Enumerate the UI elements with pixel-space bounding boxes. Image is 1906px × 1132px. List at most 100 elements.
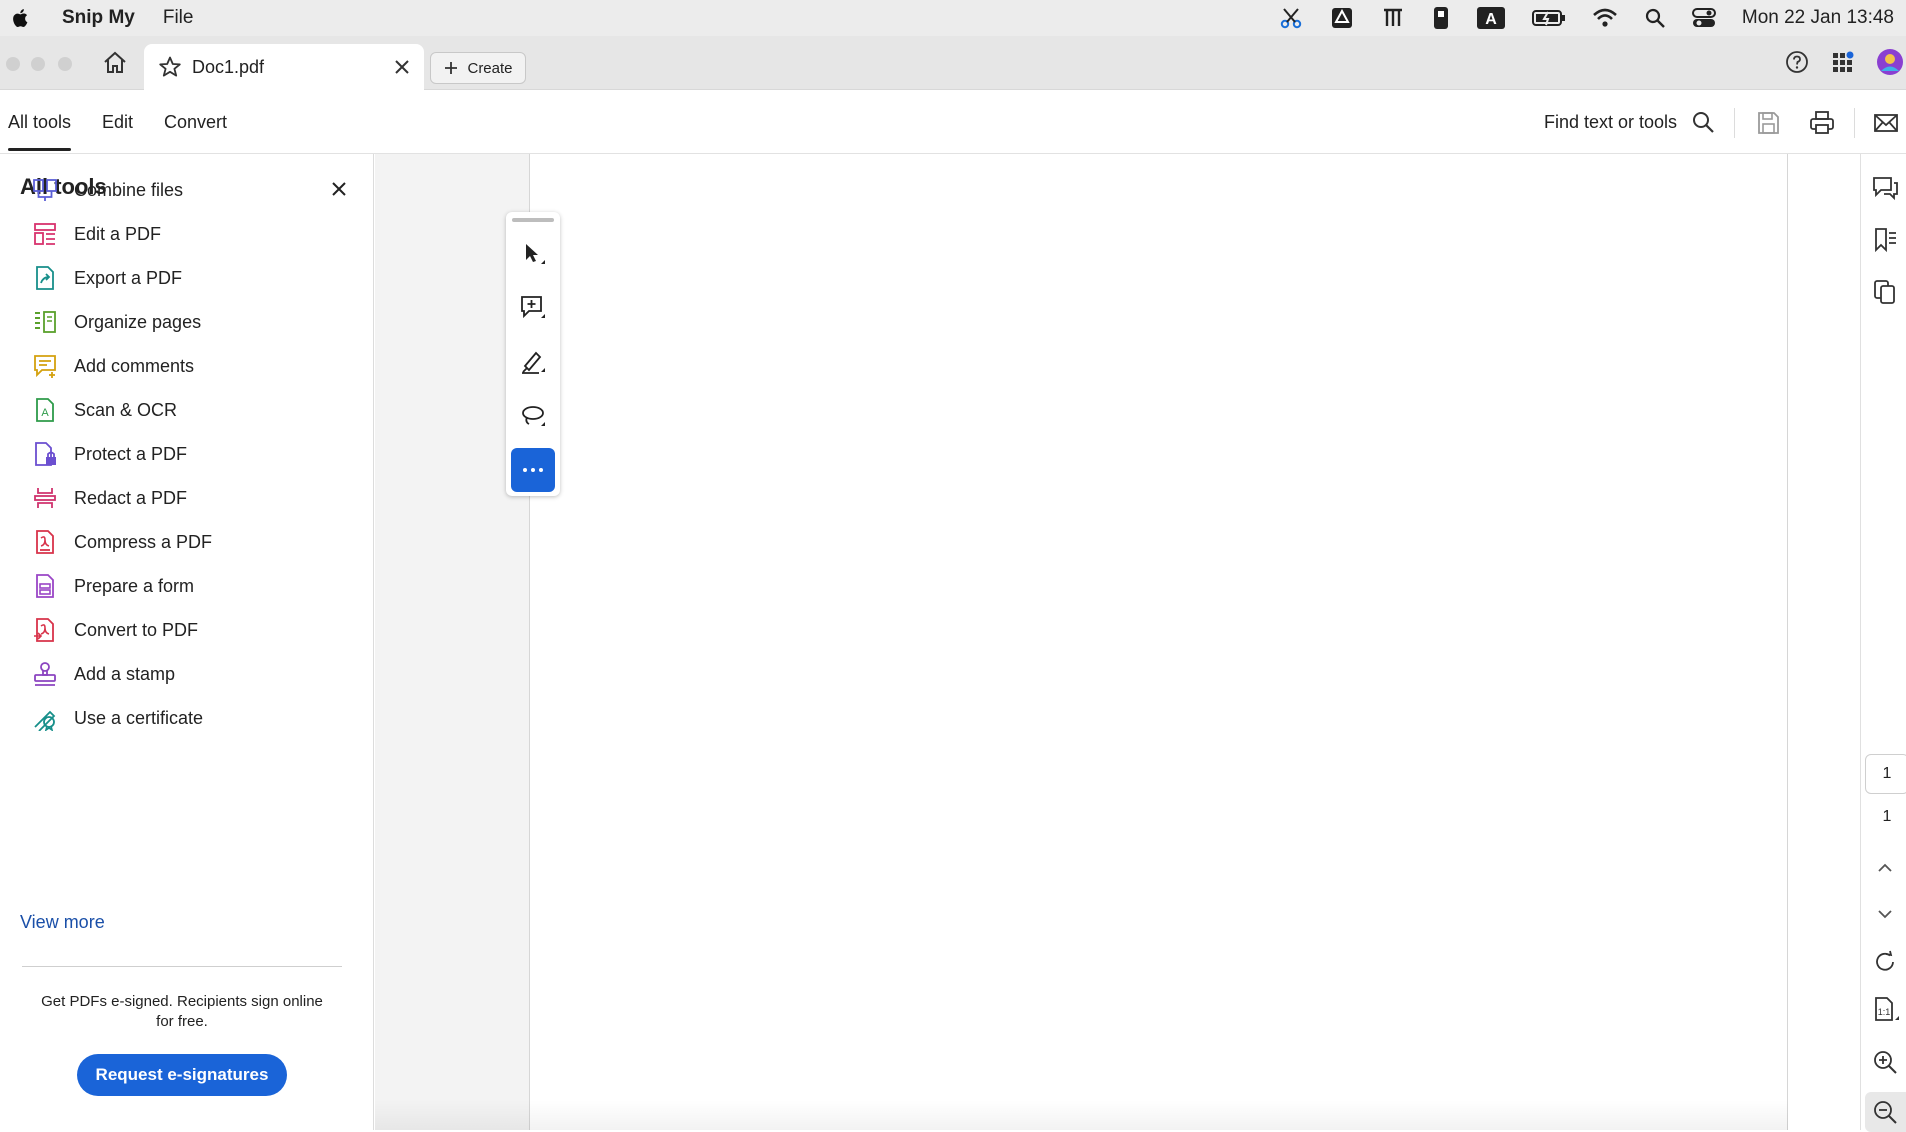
tool-label: Add a stamp bbox=[74, 663, 176, 684]
drag-handle[interactable] bbox=[512, 218, 554, 222]
star-icon[interactable] bbox=[158, 55, 182, 79]
tab-edit[interactable]: Edit bbox=[102, 112, 133, 133]
actual-size-icon[interactable]: 1:1 bbox=[1871, 996, 1899, 1024]
tool-label: Export a PDF bbox=[74, 267, 183, 288]
find-text-or-tools[interactable]: Find text or tools bbox=[1544, 110, 1715, 134]
control-center-icon[interactable] bbox=[1691, 7, 1716, 29]
stamp-icon bbox=[34, 662, 56, 686]
tool-label: Redact a PDF bbox=[74, 487, 188, 508]
close-tab-icon[interactable] bbox=[392, 57, 412, 77]
window-close-button[interactable] bbox=[6, 57, 20, 71]
tool-label: Add comments bbox=[74, 355, 195, 376]
comments-panel-icon[interactable] bbox=[1871, 174, 1899, 202]
total-pages: 1 bbox=[1882, 808, 1892, 825]
drive-icon[interactable] bbox=[1330, 6, 1354, 30]
document-viewer[interactable] bbox=[375, 154, 1788, 1130]
document-tab[interactable]: Doc1.pdf bbox=[144, 44, 424, 90]
help-icon[interactable] bbox=[1784, 49, 1810, 75]
home-icon[interactable] bbox=[102, 50, 128, 76]
add-comments-icon bbox=[34, 355, 56, 378]
draw-lasso-icon[interactable] bbox=[519, 402, 547, 430]
tool-convert-to-pdf[interactable]: Convert to PDF bbox=[32, 610, 198, 650]
current-page-input[interactable]: 1 bbox=[1865, 754, 1906, 794]
spotlight-search-icon[interactable] bbox=[1644, 7, 1666, 29]
all-tools-panel: All tools Combine files Edit a PDF Expor… bbox=[0, 154, 374, 1130]
pdf-page[interactable] bbox=[529, 154, 1788, 1130]
create-button[interactable]: Create bbox=[430, 52, 526, 84]
convert-to-pdf-icon bbox=[34, 618, 54, 642]
tool-edit-pdf[interactable]: Edit a PDF bbox=[32, 214, 161, 254]
request-esignatures-button[interactable]: Request e-signatures bbox=[77, 1054, 287, 1096]
tool-add-comments[interactable]: Add comments bbox=[32, 346, 194, 386]
compress-pdf-icon bbox=[36, 530, 54, 554]
tool-protect-pdf[interactable]: Protect a PDF bbox=[32, 434, 187, 474]
rotate-icon[interactable] bbox=[1871, 948, 1899, 976]
page-thumbnails-icon[interactable] bbox=[1871, 278, 1899, 306]
tool-combine-files[interactable]: Combine files bbox=[32, 170, 183, 210]
device-icon[interactable] bbox=[1432, 6, 1450, 30]
tool-label: Compress a PDF bbox=[74, 531, 213, 552]
print-icon[interactable] bbox=[1808, 109, 1836, 137]
user-avatar[interactable] bbox=[1876, 48, 1904, 76]
certificate-icon bbox=[34, 710, 56, 731]
close-panel-icon[interactable] bbox=[330, 180, 348, 198]
tool-label: Organize pages bbox=[74, 311, 202, 332]
tool-label: Edit a PDF bbox=[74, 223, 162, 244]
window-zoom-button[interactable] bbox=[58, 57, 72, 71]
wifi-icon[interactable] bbox=[1592, 7, 1618, 29]
highlight-pen-icon[interactable] bbox=[519, 348, 547, 376]
save-icon[interactable] bbox=[1754, 109, 1782, 137]
status-area: A Mon 22 Jan 13:48 bbox=[1278, 0, 1906, 36]
tool-label: Use a certificate bbox=[74, 707, 204, 728]
tool-scan-ocr[interactable]: A Scan & OCR bbox=[32, 390, 177, 430]
window-minimize-button[interactable] bbox=[31, 57, 45, 71]
tool-label: Combine files bbox=[74, 179, 184, 200]
tool-redact-pdf[interactable]: Redact a PDF bbox=[32, 478, 187, 518]
tool-use-certificate[interactable]: Use a certificate bbox=[32, 698, 203, 738]
tool-label: Prepare a form bbox=[74, 575, 195, 596]
view-more-link[interactable]: View more bbox=[20, 912, 105, 933]
more-tools-button[interactable] bbox=[511, 448, 555, 492]
document-tab-name: Doc1.pdf bbox=[192, 56, 265, 77]
antenna-icon[interactable] bbox=[1380, 6, 1406, 30]
select-cursor-icon[interactable] bbox=[519, 240, 547, 268]
prepare-form-icon bbox=[36, 574, 54, 598]
add-comment-icon[interactable] bbox=[519, 294, 547, 322]
zoom-in-icon[interactable] bbox=[1871, 1048, 1899, 1076]
zoom-out-icon[interactable] bbox=[1871, 1098, 1899, 1126]
battery-icon[interactable] bbox=[1531, 8, 1566, 28]
tool-organize-pages[interactable]: Organize pages bbox=[32, 302, 201, 342]
protect-pdf-icon bbox=[35, 442, 56, 466]
tool-prepare-form[interactable]: Prepare a form bbox=[32, 566, 194, 606]
ellipsis-icon bbox=[523, 468, 543, 472]
right-rail: 1 1 1:1 bbox=[1860, 154, 1906, 1132]
email-icon[interactable] bbox=[1872, 109, 1900, 137]
tool-label: Scan & OCR bbox=[74, 399, 178, 420]
toolbar-separator bbox=[1854, 108, 1855, 138]
app-name-menu[interactable]: Snip My bbox=[62, 7, 135, 29]
tool-export-pdf[interactable]: Export a PDF bbox=[32, 258, 182, 298]
snip-scissors-icon[interactable] bbox=[1278, 5, 1304, 31]
tool-label: Protect a PDF bbox=[74, 443, 188, 464]
tabbar-right-icons bbox=[1784, 48, 1906, 76]
tab-convert[interactable]: Convert bbox=[164, 112, 227, 133]
apple-logo-icon[interactable] bbox=[10, 7, 32, 29]
menu-clock[interactable]: Mon 22 Jan 13:48 bbox=[1742, 7, 1894, 29]
edit-pdf-icon bbox=[34, 223, 56, 245]
file-menu[interactable]: File bbox=[163, 7, 194, 29]
tool-compress-pdf[interactable]: Compress a PDF bbox=[32, 522, 212, 562]
combine-files-icon bbox=[33, 179, 57, 201]
previous-page-icon[interactable] bbox=[1871, 854, 1899, 882]
next-page-icon[interactable] bbox=[1871, 900, 1899, 928]
find-label: Find text or tools bbox=[1544, 111, 1678, 132]
tab-all-tools[interactable]: All tools bbox=[8, 112, 72, 151]
apps-grid-icon[interactable] bbox=[1830, 49, 1856, 75]
export-pdf-icon bbox=[36, 266, 54, 290]
page-shadow bbox=[375, 1100, 1788, 1130]
quick-tools-bar bbox=[506, 212, 560, 496]
plus-icon bbox=[445, 62, 458, 74]
tool-add-stamp[interactable]: Add a stamp bbox=[32, 654, 175, 694]
tab-strip: Doc1.pdf Create bbox=[0, 36, 1906, 90]
bookmarks-icon[interactable] bbox=[1871, 226, 1899, 254]
text-input-icon[interactable]: A bbox=[1476, 6, 1506, 30]
